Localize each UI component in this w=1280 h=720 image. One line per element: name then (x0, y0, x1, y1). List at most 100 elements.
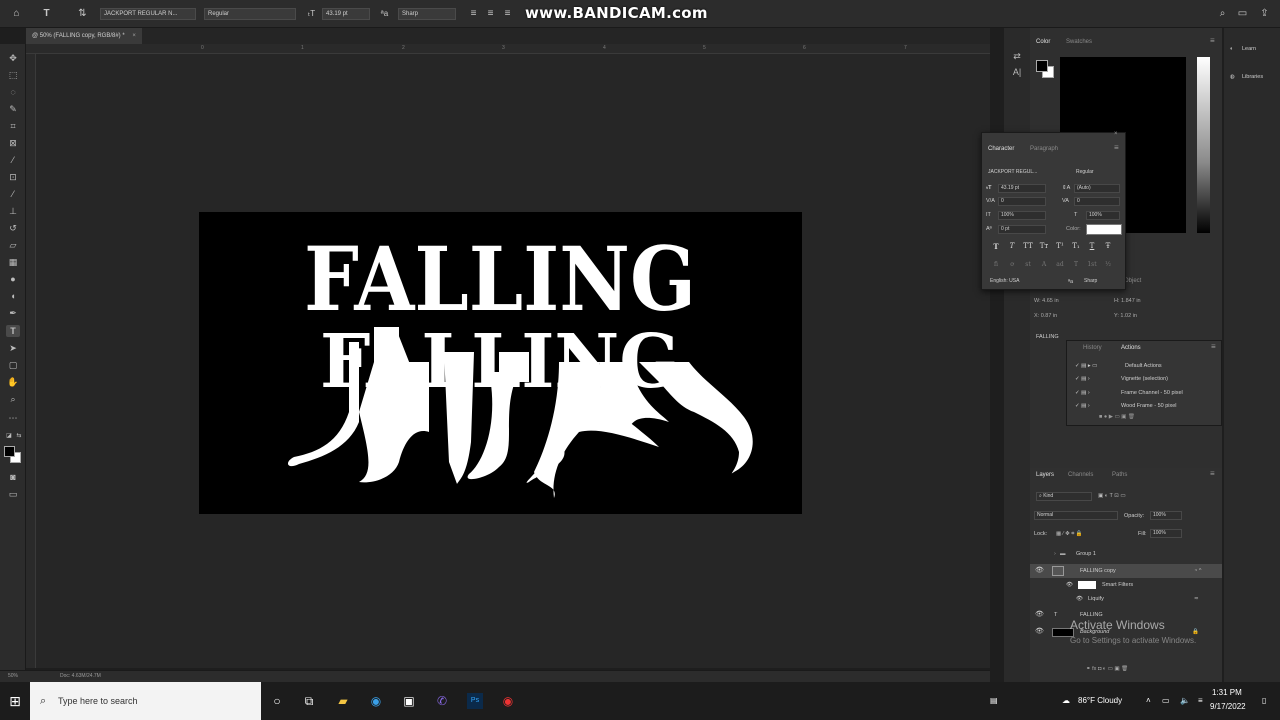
eyedropper-tool-icon[interactable]: ⁄ (6, 154, 20, 166)
tray-app-icon[interactable]: ▤ (990, 682, 998, 720)
prop-width[interactable]: W: 4.65 in (1034, 298, 1059, 304)
type-tool-icon[interactable]: T (6, 325, 20, 337)
action-item[interactable]: Vignette (selection) (1121, 376, 1168, 382)
char-antialias[interactable]: Sharp (1082, 278, 1120, 287)
libraries-icon[interactable]: ◍ (1230, 74, 1235, 80)
layer-row-smart-filters[interactable]: 👁 Smart Filters (1030, 578, 1222, 592)
filter-mask-thumbnail[interactable] (1078, 581, 1096, 589)
discretionary-button[interactable]: st (1022, 259, 1034, 270)
quick-mask-icon[interactable]: ◙ (6, 471, 20, 483)
path-select-tool-icon[interactable]: ➤ (6, 342, 20, 354)
move-tool-icon[interactable]: ✥ (6, 52, 20, 64)
weather-text[interactable]: 86°F Cloudy (1078, 682, 1122, 720)
panel-menu-icon[interactable]: ≡ (1210, 469, 1215, 478)
shape-tool-icon[interactable]: ▢ (6, 359, 20, 371)
bandicam-icon[interactable]: ◉ (500, 693, 516, 709)
language-icon[interactable]: ≡ (1198, 682, 1203, 720)
zoom-level[interactable]: 50% (8, 671, 18, 682)
doc-size[interactable]: Doc: 4.63M/24.7M (60, 671, 101, 682)
more-tools-icon[interactable]: ⋯ (6, 412, 20, 424)
ordinals-button[interactable]: 1st (1086, 259, 1098, 270)
store-icon[interactable]: ▣ (401, 693, 417, 709)
color-swatches[interactable] (4, 446, 22, 464)
windows-start-icon[interactable]: ⊞ (0, 682, 30, 720)
tab-color[interactable]: Color (1036, 36, 1050, 48)
toggle-text-orientation-icon[interactable]: ⇅ (76, 7, 89, 20)
fill-field[interactable]: 100% (1150, 529, 1182, 538)
char-language[interactable]: English: USA (988, 278, 1048, 287)
gradient-tool-icon[interactable]: ▦ (6, 256, 20, 268)
network-icon[interactable]: ▭ (1162, 682, 1170, 720)
lock-icons[interactable]: ▦ ⁄ ✥ ⌗ 🔒 (1056, 531, 1083, 538)
char-font-size[interactable]: 43.19 pt (998, 184, 1046, 193)
document-tab[interactable]: @ 50% (FALLING copy, RGB/8#) * × (26, 28, 142, 44)
action-item[interactable]: Frame Channel - 50 pixel (1121, 390, 1183, 396)
strikethrough-button[interactable]: Ŧ (1102, 241, 1114, 252)
tab-channels[interactable]: Channels (1068, 469, 1093, 481)
taskbar-search[interactable]: ⌕ Type here to search (30, 682, 261, 720)
document-artboard[interactable]: FALLING FALLING (199, 212, 802, 514)
align-left-icon[interactable]: ≡ (467, 7, 480, 20)
dodge-tool-icon[interactable]: ◖ (6, 290, 20, 302)
layer-name[interactable]: Group 1 (1076, 547, 1096, 561)
crop-tool-icon[interactable]: ⌗ (6, 120, 20, 132)
chevron-right-icon[interactable]: › (1054, 547, 1056, 561)
type-tool-preset-icon[interactable]: T (40, 7, 53, 20)
foreground-color[interactable] (4, 446, 15, 457)
tab-paths[interactable]: Paths (1112, 469, 1127, 481)
clock-date[interactable]: 9/17/2022 (1210, 688, 1246, 720)
antialias-select[interactable]: Sharp (398, 8, 456, 20)
eye-icon[interactable]: 👁 (1076, 592, 1083, 606)
quick-select-tool-icon[interactable]: ✎ (6, 103, 20, 115)
layer-name[interactable]: FALLING copy (1080, 564, 1116, 578)
volume-icon[interactable]: 🔈 (1180, 682, 1190, 720)
layer-filter-icons[interactable]: ▣ ◐ T ⊡ ▭ (1098, 493, 1126, 499)
action-check-icon[interactable]: ✓ ▤ › (1075, 403, 1090, 409)
char-kerning[interactable]: 0 (998, 197, 1046, 206)
tab-character[interactable]: Character (988, 143, 1014, 155)
blend-mode-select[interactable]: Normal (1034, 511, 1118, 520)
search-icon[interactable]: ⌕ (1216, 7, 1229, 20)
zoom-tool-icon[interactable]: ⌕ (6, 393, 20, 405)
char-font-family[interactable]: JACKPORT REGUL... (986, 169, 1064, 178)
small-caps-button[interactable]: Tт (1038, 241, 1050, 252)
tab-history[interactable]: History (1083, 342, 1102, 354)
action-check-icon[interactable]: ✓ ▤ › (1075, 376, 1090, 382)
all-caps-button[interactable]: TT (1022, 241, 1034, 252)
panel-menu-icon[interactable]: ≡ (1210, 36, 1215, 45)
character-panel-icon[interactable]: A| (1009, 64, 1025, 80)
color-panel-foreground[interactable] (1036, 60, 1048, 72)
learn-icon[interactable]: ◐ (1230, 46, 1233, 52)
learn-label[interactable]: Learn (1242, 46, 1256, 52)
spot-heal-tool-icon[interactable]: ⊡ (6, 171, 20, 183)
tab-swatches[interactable]: Swatches (1066, 36, 1092, 48)
workspace-icon[interactable]: ▭ (1236, 7, 1249, 20)
stylistic-alternates-button[interactable]: ad (1054, 259, 1066, 270)
opacity-field[interactable]: 100% (1150, 511, 1182, 520)
action-set[interactable]: Default Actions (1125, 363, 1162, 369)
action-item[interactable]: Wood Frame - 50 pixel (1121, 403, 1177, 409)
layer-row-falling-copy[interactable]: 👁 FALLING copy ◔ ^ (1030, 564, 1222, 578)
prop-x[interactable]: X: 0.87 in (1034, 313, 1057, 319)
char-horizontal-scale[interactable]: 100% (1086, 211, 1120, 220)
align-right-icon[interactable]: ≡ (501, 7, 514, 20)
libraries-label[interactable]: Libraries (1242, 74, 1263, 80)
action-check-icon[interactable]: ✓ ▤ › (1075, 390, 1090, 396)
underline-button[interactable]: T (1086, 241, 1098, 252)
action-check-icon[interactable]: ✓ ▤ ▸ ▭ (1075, 363, 1097, 369)
char-font-style[interactable]: Regular (1074, 169, 1122, 178)
align-center-icon[interactable]: ≡ (484, 7, 497, 20)
cortana-icon[interactable]: ○ (269, 693, 285, 709)
swash-button[interactable]: A (1038, 259, 1050, 270)
prop-y[interactable]: Y: 1.02 in (1114, 313, 1137, 319)
prop-height[interactable]: H: 1.847 in (1114, 298, 1141, 304)
screen-mode-icon[interactable]: ▭ (6, 488, 20, 500)
pen-tool-icon[interactable]: ✒ (6, 307, 20, 319)
notifications-icon[interactable]: ▯ (1262, 682, 1266, 720)
font-size-select[interactable]: 43.19 pt (322, 8, 370, 20)
action-controls[interactable]: ■ ● ▶ ▭ ▣ 🗑 (1099, 414, 1135, 420)
color-brightness-slider[interactable] (1197, 57, 1210, 233)
tab-paragraph[interactable]: Paragraph (1030, 143, 1058, 155)
marquee-tool-icon[interactable]: ⬚ (6, 69, 20, 81)
close-icon[interactable]: × (1114, 131, 1118, 137)
